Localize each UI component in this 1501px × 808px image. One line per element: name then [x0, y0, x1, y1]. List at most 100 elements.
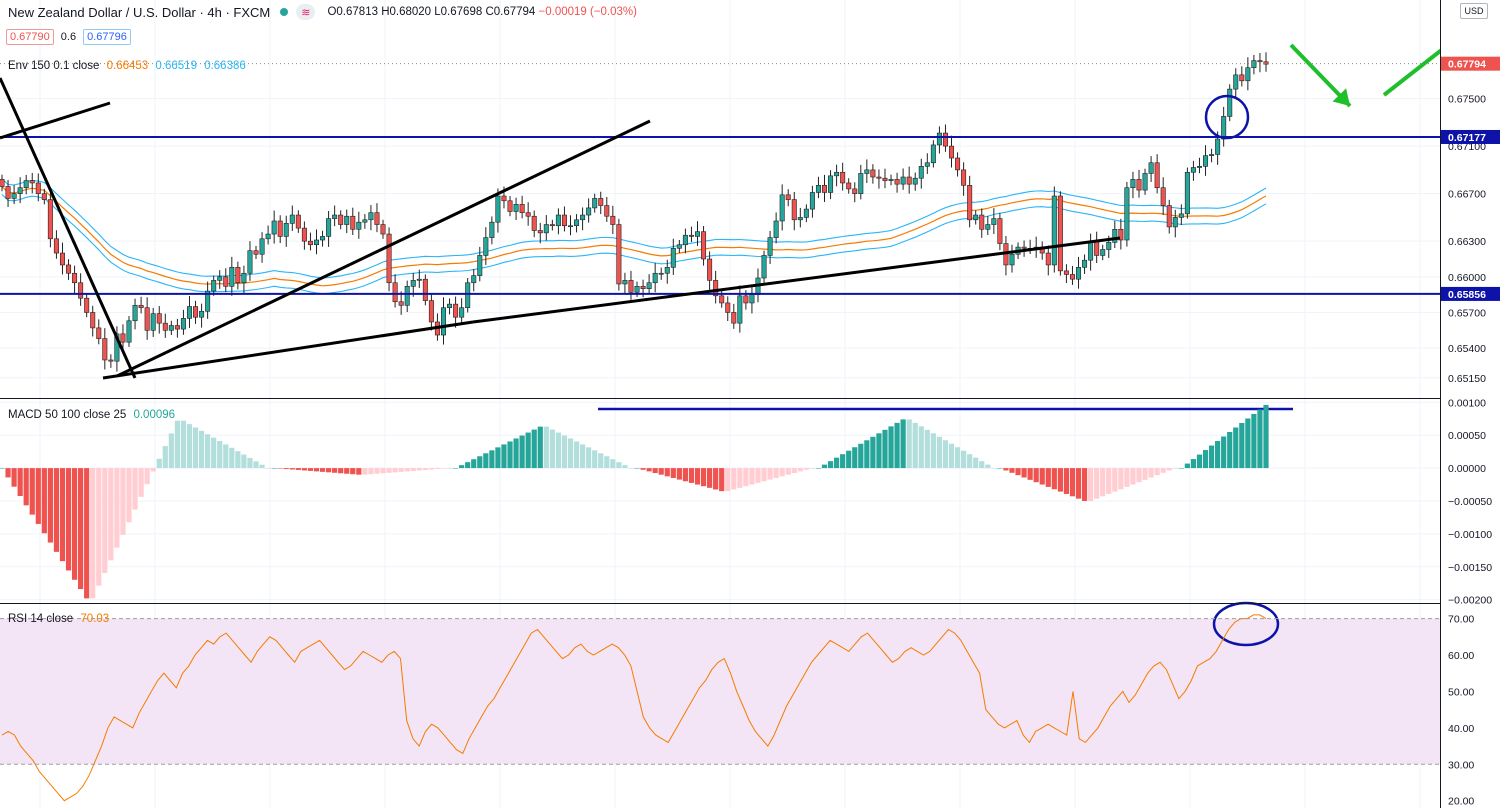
- macd-bar: [5, 468, 11, 478]
- candle-body: [567, 225, 573, 228]
- candle-body: [543, 224, 549, 234]
- macd-bar: [1075, 468, 1082, 499]
- macd-bar: [1190, 459, 1197, 469]
- trade-panel: 0.67790 0.6 0.67796: [6, 29, 131, 45]
- indicator-pill[interactable]: ≋: [296, 4, 316, 20]
- macd-legend-value: 0.00096: [133, 409, 176, 421]
- macd-bar: [0, 468, 5, 469]
- trend-drawings: [0, 7, 1496, 647]
- breakout-circle: [1204, 94, 1250, 140]
- candle-body: [1106, 242, 1112, 250]
- rsi-tick-label: 70.00: [1448, 614, 1474, 626]
- candle-body: [900, 176, 906, 185]
- candle-body: [211, 280, 217, 292]
- candle-body: [138, 305, 144, 309]
- macd-bar: [749, 468, 755, 485]
- candle-body: [894, 179, 900, 185]
- candle-body: [628, 280, 634, 293]
- macd-bar: [676, 468, 682, 480]
- candle-body: [465, 282, 471, 309]
- macd-bar: [1039, 468, 1045, 485]
- macd-bar: [537, 426, 543, 469]
- envelope-legend[interactable]: Env 150 0.1 close 0.66453 0.66519 0.6638…: [8, 60, 246, 72]
- macd-bar: [852, 447, 858, 469]
- candle-body: [277, 220, 283, 237]
- rsi-legend-name: RSI 14 close: [8, 613, 74, 625]
- macd-bar: [767, 468, 773, 480]
- macd-legend[interactable]: MACD 50 100 close 25 0.00096: [8, 409, 175, 421]
- macd-bar: [17, 468, 23, 497]
- envelope-legend-name: Env 150 0.1 close: [8, 60, 100, 72]
- macd-bar: [446, 468, 453, 469]
- candle-body: [961, 169, 967, 186]
- macd-bar: [694, 468, 701, 485]
- macd-bar: [876, 433, 882, 469]
- candle-body: [803, 208, 809, 218]
- chart-canvas[interactable]: 0.675000.671000.667000.663000.660000.657…: [0, 0, 1501, 808]
- candle-body: [1233, 74, 1239, 90]
- macd-bar: [271, 468, 277, 469]
- trendline: [0, 77, 137, 379]
- macd-bar: [846, 450, 852, 469]
- candle-body: [132, 305, 138, 322]
- envelope-value-2: 0.66519: [155, 60, 197, 72]
- candle-body: [592, 198, 598, 209]
- candle-body: [332, 214, 338, 219]
- macd-bar: [888, 426, 894, 469]
- candle-body: [707, 258, 713, 281]
- candle-body: [313, 239, 319, 246]
- macd-bar: [150, 468, 156, 472]
- sell-button[interactable]: 0.67790: [6, 29, 54, 45]
- candle-body: [229, 267, 235, 287]
- price-tick-label: 0.65700: [1448, 307, 1486, 319]
- candle-body: [610, 215, 616, 225]
- candle-body: [41, 193, 47, 200]
- candle-body: [259, 238, 265, 255]
- macd-bar: [362, 468, 368, 475]
- candle-body: [416, 278, 422, 281]
- macd-bar: [144, 468, 150, 485]
- price-tick-label: 0.66700: [1448, 189, 1486, 201]
- macd-bar: [634, 468, 640, 469]
- price-label-text: 0.65856: [1448, 289, 1486, 301]
- macd-bar: [1021, 468, 1027, 478]
- candle-body: [1045, 252, 1051, 266]
- candle-body: [495, 195, 501, 223]
- candle-body: [985, 224, 991, 230]
- macd-bar: [579, 444, 586, 469]
- candle-body: [144, 307, 150, 331]
- candle-body: [846, 182, 852, 190]
- macd-bar: [126, 468, 132, 523]
- price-tick-label: 0.66300: [1448, 236, 1486, 248]
- macd-bar: [211, 437, 217, 469]
- macd-bar: [894, 422, 900, 469]
- candle-body: [688, 234, 694, 237]
- macd-bar: [428, 468, 434, 470]
- macd-bar: [356, 468, 362, 475]
- currency-button[interactable]: USD: [1460, 3, 1488, 19]
- candle-body: [634, 286, 640, 293]
- buy-button[interactable]: 0.67796: [83, 29, 131, 45]
- high-value: H0.68020: [381, 6, 432, 18]
- rsi-tick-label: 20.00: [1448, 796, 1474, 808]
- macd-bar: [1118, 468, 1124, 490]
- candle-body: [271, 220, 277, 235]
- macd-bar: [156, 458, 162, 469]
- ohlc-readout: O0.67813 H0.68020 L0.67698 C0.67794 −0.0…: [327, 6, 637, 18]
- candle-body: [193, 306, 199, 318]
- candle-body: [307, 240, 313, 246]
- candle-body: [682, 234, 688, 246]
- macd-bar: [1045, 468, 1051, 487]
- trendline: [472, 236, 1121, 324]
- candle-body: [410, 280, 416, 287]
- macd-bar: [725, 468, 731, 492]
- spread-value: 0.6: [60, 31, 77, 43]
- rsi-legend[interactable]: RSI 14 close 70.03: [8, 613, 109, 625]
- candle-body: [1076, 267, 1082, 280]
- macd-bar: [495, 447, 501, 469]
- macd-bar: [174, 420, 180, 469]
- candle-body: [858, 173, 864, 194]
- candle-body: [1239, 74, 1245, 82]
- macd-bar: [350, 468, 356, 475]
- candle-body: [834, 171, 840, 177]
